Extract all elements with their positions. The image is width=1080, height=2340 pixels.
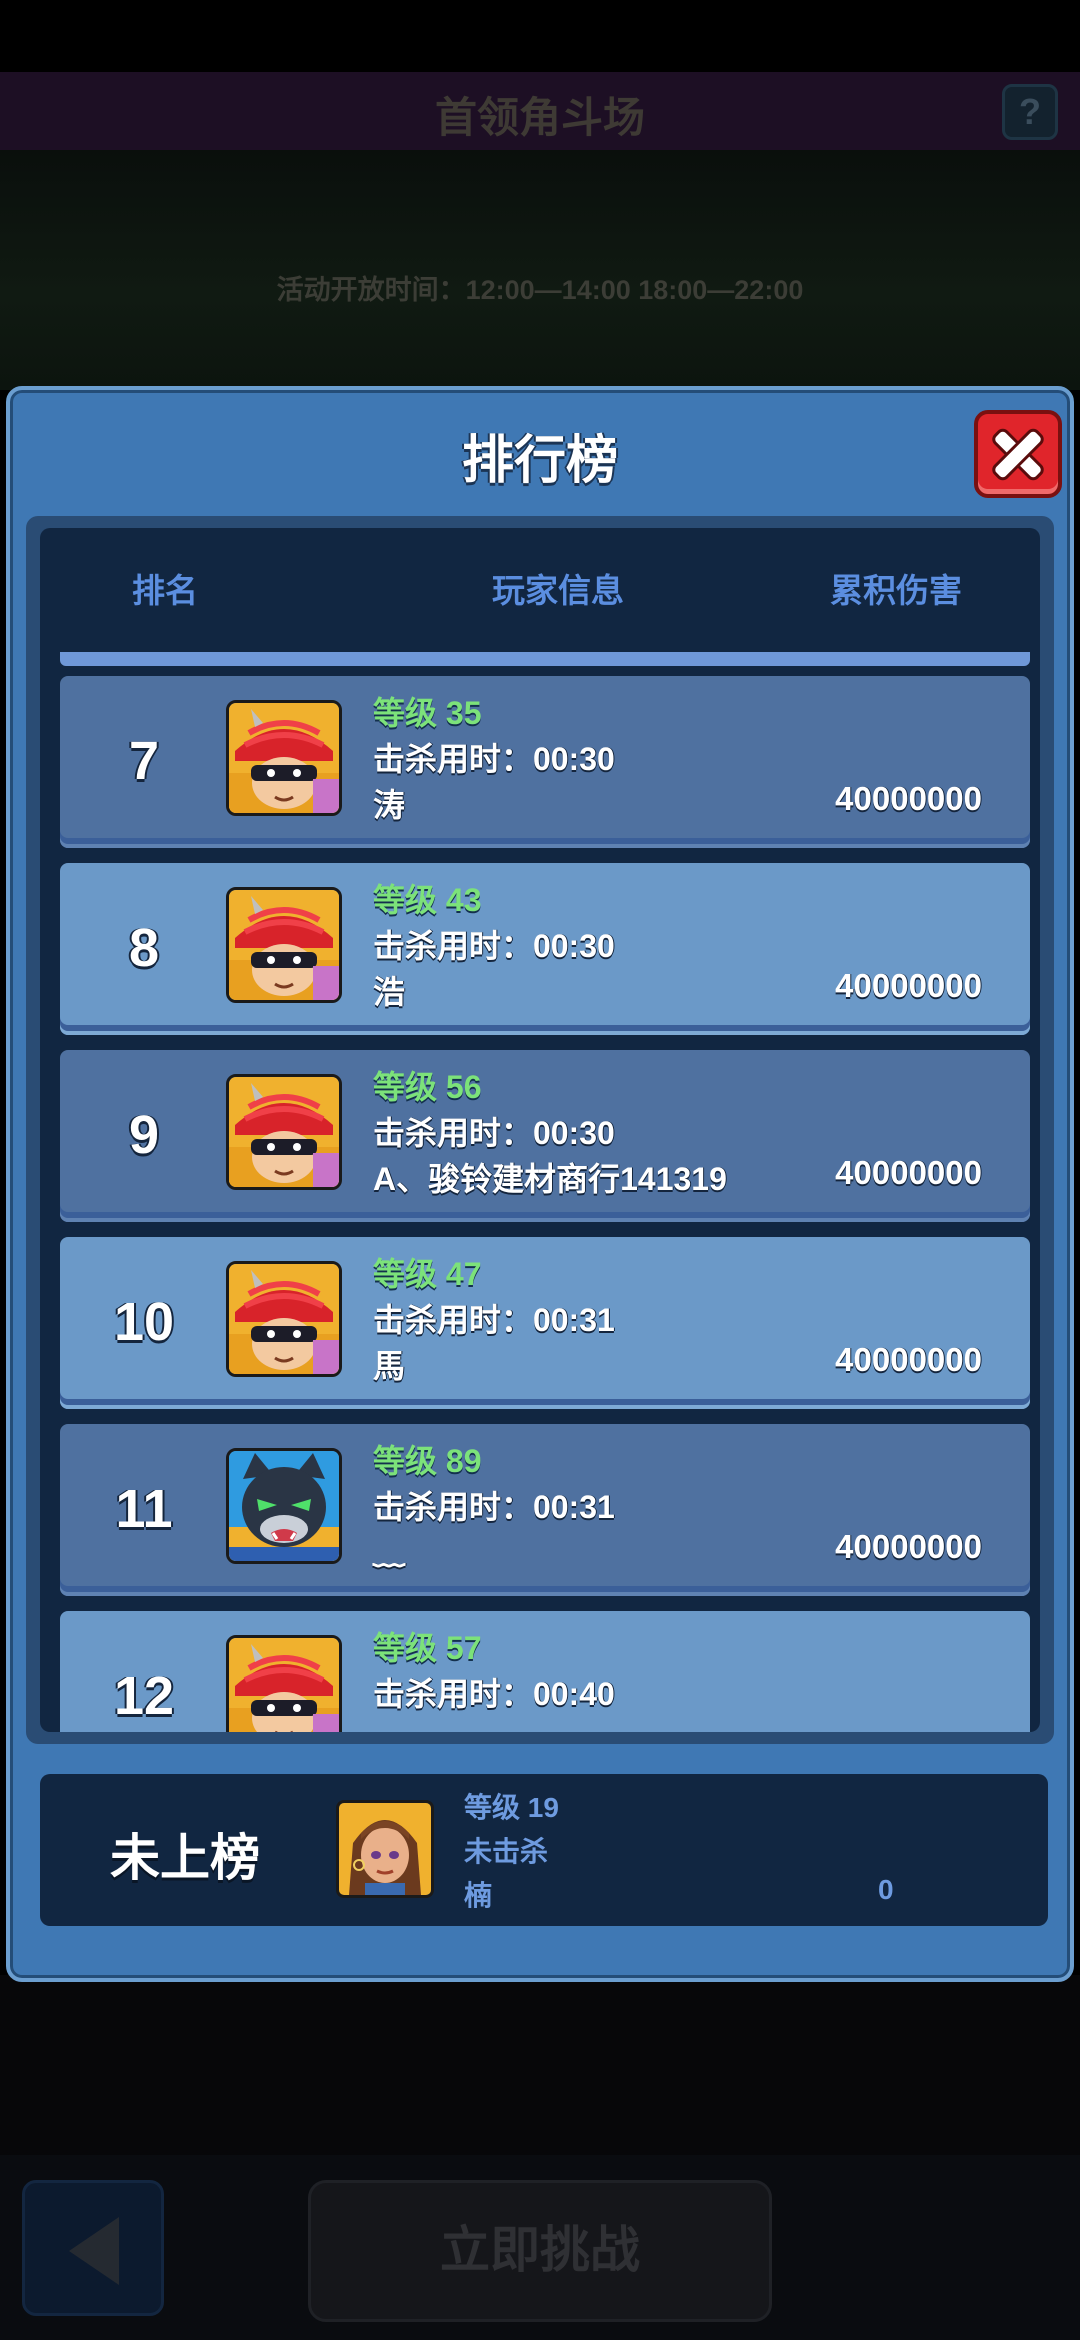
red-hat-hero-icon[interactable] bbox=[226, 887, 342, 1003]
ranking-row[interactable]: 12 等级 57 击杀用时：00:40 bbox=[60, 1611, 1030, 1732]
my-level: 等级 19 bbox=[464, 1792, 559, 1823]
damage-value: 40000000 bbox=[835, 1154, 982, 1191]
ranking-row[interactable]: 11 等级 89 击杀用时：00:31 ﹏ 40000000 bbox=[60, 1424, 1030, 1596]
ranking-row[interactable]: 7 等级 35 击杀用时：00:30 涛 40000000 bbox=[60, 676, 1030, 848]
damage-value: 40000000 bbox=[835, 1341, 982, 1378]
rank-number: 11 bbox=[115, 1479, 173, 1539]
challenge-button[interactable]: 立即挑战 bbox=[308, 2180, 772, 2322]
rank-number: 7 bbox=[128, 731, 160, 791]
close-icon bbox=[978, 414, 1058, 494]
red-hat-hero-icon[interactable] bbox=[226, 1635, 342, 1732]
help-button[interactable]: ? bbox=[1002, 84, 1058, 140]
red-hat-hero-icon[interactable] bbox=[226, 1074, 342, 1190]
player-level: 等级 56 bbox=[373, 1069, 482, 1105]
ranking-list-frame: 排名 玩家信息 累积伤害 7 等级 35 击杀用时：00:30 涛 400000… bbox=[26, 516, 1054, 1744]
ranking-row[interactable]: 10 等级 47 击杀用时：00:31 馬 40000000 bbox=[60, 1237, 1030, 1409]
kill-time: 击杀用时：00:31 bbox=[373, 1489, 615, 1525]
kill-time: 击杀用时：00:40 bbox=[373, 1676, 615, 1712]
player-name: 浩 bbox=[373, 974, 406, 1010]
page-title: 首领角斗场 bbox=[434, 94, 645, 141]
kill-time: 击杀用时：00:30 bbox=[373, 928, 615, 964]
ranking-row[interactable]: 9 等级 56 击杀用时：00:30 A、骏铃建材商行141319 400000… bbox=[60, 1050, 1030, 1222]
red-hat-hero-icon[interactable] bbox=[226, 1261, 342, 1377]
black-cat-hero-icon[interactable] bbox=[226, 1448, 342, 1564]
ranking-list[interactable]: 排名 玩家信息 累积伤害 7 等级 35 击杀用时：00:30 涛 400000… bbox=[40, 528, 1040, 1732]
previous-row-edge bbox=[60, 652, 1030, 666]
damage-value: 40000000 bbox=[835, 780, 982, 817]
ranking-row[interactable]: 8 等级 43 击杀用时：00:30 浩 40000000 bbox=[60, 863, 1030, 1035]
back-button[interactable] bbox=[22, 2180, 164, 2316]
my-damage-value: 0 bbox=[878, 1874, 894, 1905]
damage-value: 40000000 bbox=[835, 967, 982, 1004]
kill-time: 击杀用时：00:31 bbox=[373, 1302, 615, 1338]
damage-value: 40000000 bbox=[835, 1528, 982, 1565]
rank-number: 9 bbox=[128, 1105, 160, 1165]
player-name: 馬 bbox=[373, 1348, 406, 1384]
my-kill-status: 未击杀 bbox=[464, 1836, 549, 1867]
ranking-scroll-area[interactable]: 7 等级 35 击杀用时：00:30 涛 40000000 8 等级 43 击杀… bbox=[40, 652, 1040, 1732]
red-hat-hero-icon[interactable] bbox=[226, 700, 342, 816]
my-ranking-row: 未上榜 等级 19 未击杀 楠 0 bbox=[40, 1774, 1048, 1926]
rank-number: 12 bbox=[113, 1666, 175, 1726]
back-arrow-icon bbox=[69, 2217, 119, 2285]
rank-number: 10 bbox=[113, 1292, 175, 1352]
player-name: A、骏铃建材商行141319 bbox=[373, 1161, 727, 1197]
header-player-info: 玩家信息 bbox=[492, 572, 624, 609]
player-name: 涛 bbox=[373, 787, 406, 823]
leaderboard-modal: 排行榜 排名 玩家信息 累积伤害 7 等级 35 击杀用时：00:30 涛 40… bbox=[6, 386, 1074, 1982]
player-level: 等级 43 bbox=[373, 882, 482, 918]
modal-title: 排行榜 bbox=[461, 432, 618, 490]
close-button[interactable] bbox=[974, 410, 1062, 498]
header-damage: 累积伤害 bbox=[830, 572, 962, 609]
kill-time: 击杀用时：00:30 bbox=[373, 741, 615, 777]
rank-number: 8 bbox=[128, 918, 160, 978]
girl-hero-icon[interactable] bbox=[336, 1800, 434, 1898]
my-player-name: 楠 bbox=[464, 1880, 493, 1911]
player-level: 等级 89 bbox=[373, 1443, 482, 1479]
open-time-text: 活动开放时间：12:00—14:00 18:00—22:00 bbox=[276, 275, 804, 305]
lower-area bbox=[0, 1975, 1080, 2155]
my-rank-status: 未上榜 bbox=[110, 1830, 260, 1886]
player-level: 等级 47 bbox=[373, 1256, 482, 1292]
kill-time: 击杀用时：00:30 bbox=[373, 1115, 615, 1151]
player-name: ﹏ bbox=[373, 1535, 406, 1571]
player-level: 等级 35 bbox=[373, 695, 482, 731]
player-level: 等级 57 bbox=[373, 1630, 482, 1666]
header-rank: 排名 bbox=[132, 572, 198, 609]
